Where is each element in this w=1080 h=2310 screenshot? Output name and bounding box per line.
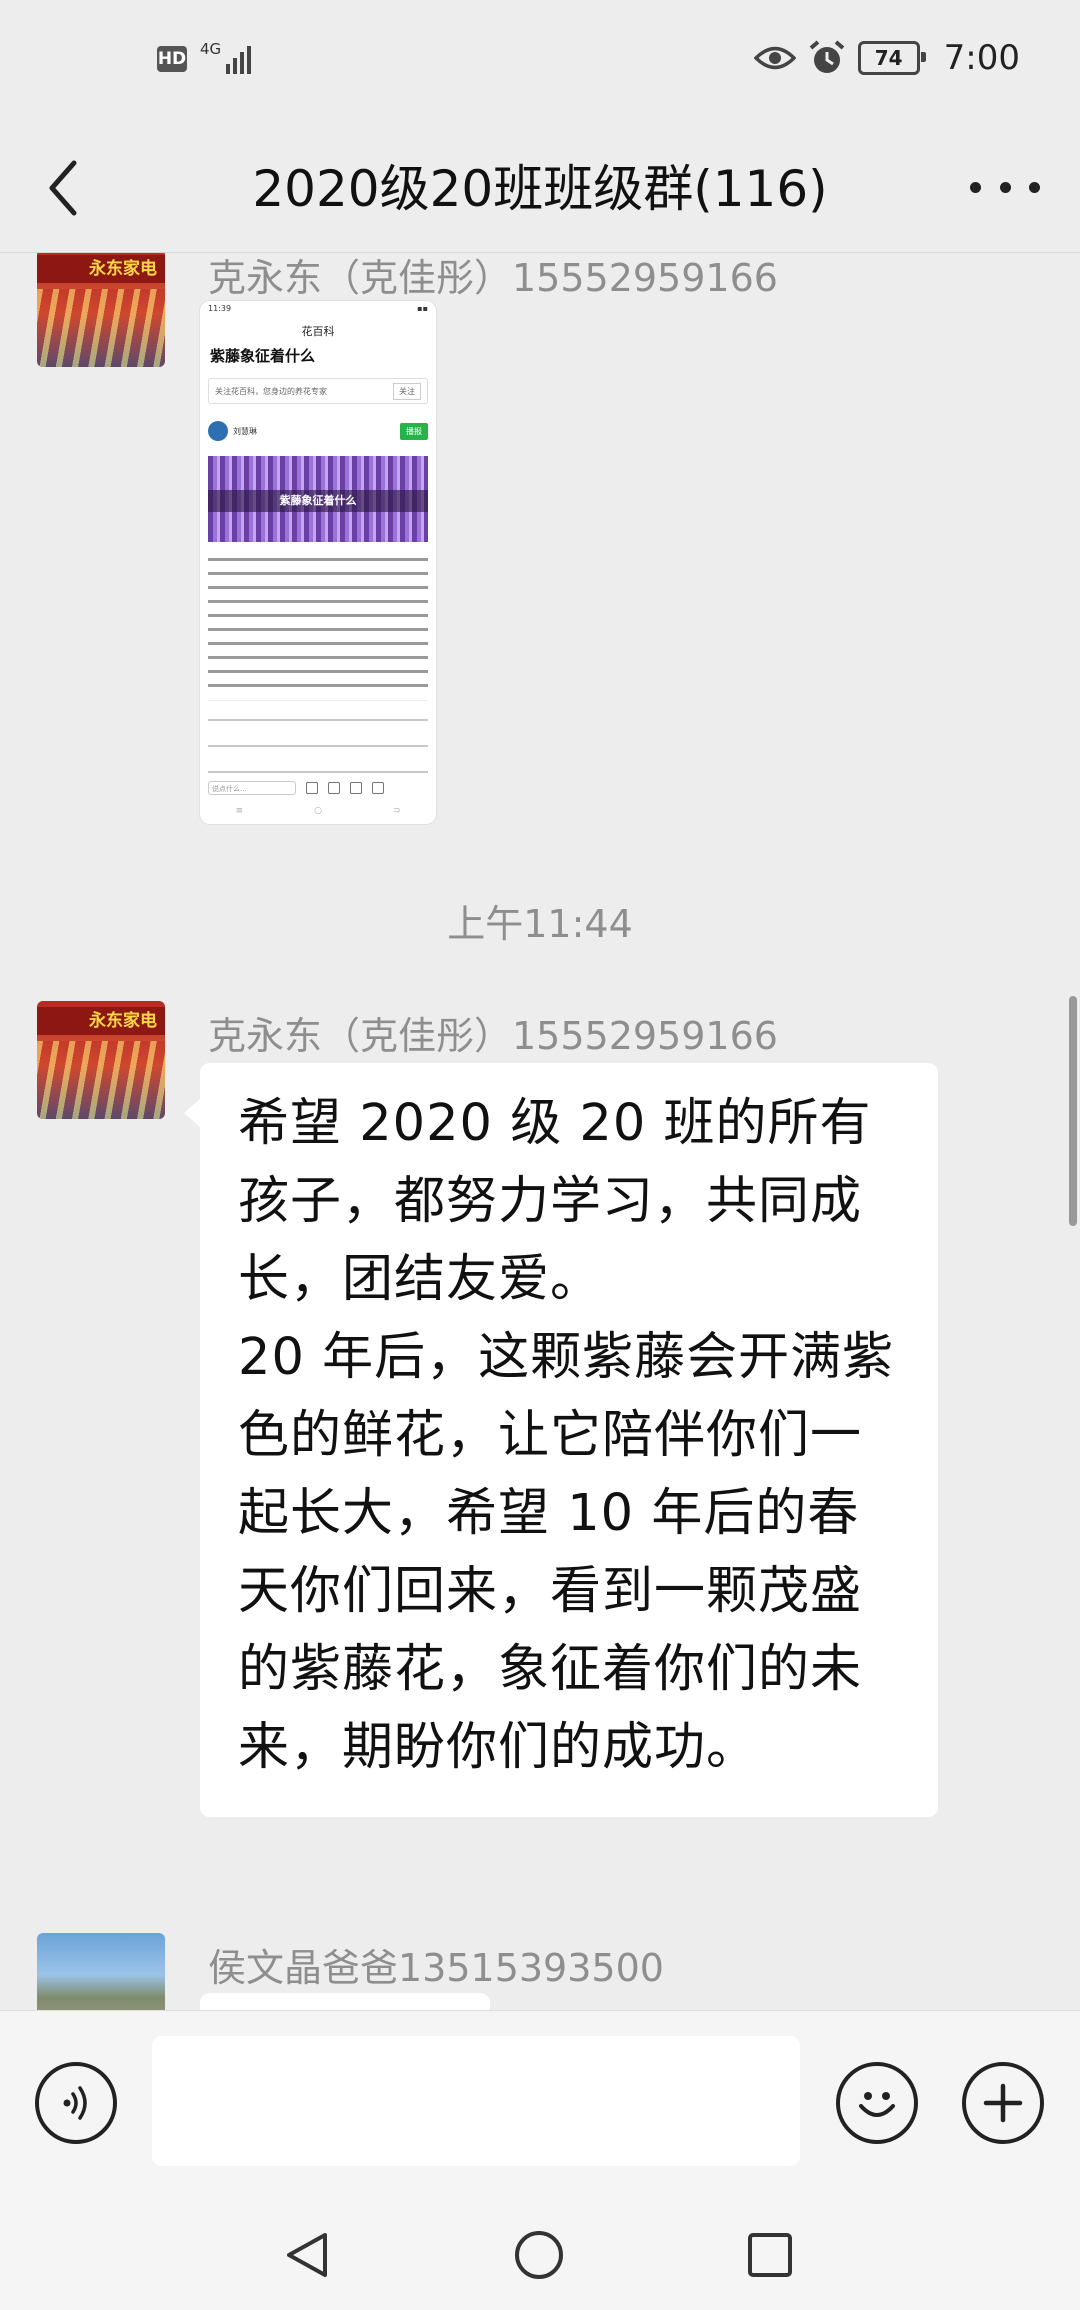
card-author-name: 刘慧琳 (233, 426, 257, 436)
text-message-bubble[interactable] (200, 1993, 490, 2010)
card-banner-text: 紫藤象征着什么 (208, 490, 428, 512)
network-label: 4G (200, 40, 222, 58)
card-author-avatar (208, 421, 228, 441)
avatar-sign: 永东家电 (37, 255, 165, 283)
plus-icon[interactable] (962, 2062, 1044, 2144)
input-bar (0, 2010, 1080, 2196)
avatar-sign: 永东家电 (37, 1007, 165, 1035)
sender-name: 克永东（克佳彤）15552959166 (208, 256, 778, 300)
emoji-icon[interactable] (836, 2062, 918, 2144)
more-options-icon[interactable] (970, 169, 1040, 205)
card-comment-input: 说点什么... (208, 781, 296, 795)
image-message[interactable]: 11:39 ▪▪ 花百科 紫藤象征着什么 关注花百科，您身边的养花专家 关注 刘慧琳… (200, 301, 436, 824)
message-paragraph: 希望 2020 级 20 班的所有孩子，都努力学习，共同成长，团结友爱。 (238, 1094, 872, 1309)
battery-icon: 74 (857, 41, 926, 75)
scrollbar[interactable] (1069, 996, 1077, 1226)
text-message-bubble[interactable]: 希望 2020 级 20 班的所有孩子，都努力学习，共同成长，团结友爱。 20 … (184, 1063, 938, 1817)
card-author-button: 播报 (400, 422, 428, 440)
sender-name: 侯文晶爸爸13515393500 (208, 1946, 664, 1990)
card-author: 刘慧琳 播报 (208, 416, 428, 446)
voice-icon[interactable] (35, 2062, 117, 2144)
system-navigation-bar (0, 2195, 1080, 2310)
eye-icon (753, 46, 796, 70)
smile-face-icon (859, 2092, 895, 2117)
card-follow-text: 关注花百科，您身边的养花专家 (215, 386, 327, 396)
card-paragraph (208, 554, 428, 694)
time-separator: 上午11:44 (447, 902, 633, 946)
plus-sign-icon (983, 2083, 1023, 2123)
voice-waves-icon (63, 2086, 87, 2120)
card-system-nav: ≡ ○ ⊃ (235, 806, 401, 816)
card-status-time: 11:39 (208, 304, 232, 313)
hd-badge: HD (157, 46, 187, 72)
sender-avatar[interactable]: 永东家电 (37, 253, 165, 367)
message-list[interactable]: 永东家电 克永东（克佳彤）15552959166 11:39 ▪▪ 花百科 紫藤象… (0, 253, 1080, 2010)
sender-avatar[interactable] (37, 1933, 165, 2010)
nav-back-icon[interactable] (283, 2229, 331, 2281)
card-nav-title: 花百科 (301, 325, 335, 338)
card-follow-button: 关注 (393, 382, 421, 400)
chat-header: 2020级20班班级群(116) (0, 125, 1080, 255)
nav-home-icon[interactable] (513, 2229, 565, 2281)
sender-avatar[interactable]: 永东家电 (37, 1001, 165, 1119)
sender-name: 克永东（克佳彤）15552959166 (208, 1014, 778, 1058)
clock: 7:00 (943, 38, 1020, 78)
card-banner-image: 紫藤象征着什么 (208, 456, 428, 542)
card-toolbar: 说点什么... (200, 778, 436, 798)
signal-icon (226, 46, 251, 74)
card-nav: 花百科 (200, 319, 436, 343)
alarm-icon (809, 40, 844, 73)
message-input[interactable] (152, 2036, 800, 2166)
card-headline: 紫藤象征着什么 (210, 347, 316, 365)
message-paragraph: 20 年后，这颗紫藤会开满紫色的鲜花，让它陪伴你们一起长大，希望 10 年后的春… (238, 1328, 895, 1777)
card-bio (208, 700, 428, 775)
chat-title: 2020级20班班级群(116) (252, 160, 828, 218)
nav-recents-icon[interactable] (746, 2231, 794, 2279)
card-follow-bar: 关注花百科，您身边的养花专家 关注 (208, 378, 428, 404)
status-bar: HD 4G 74 7:00 (0, 0, 1080, 125)
